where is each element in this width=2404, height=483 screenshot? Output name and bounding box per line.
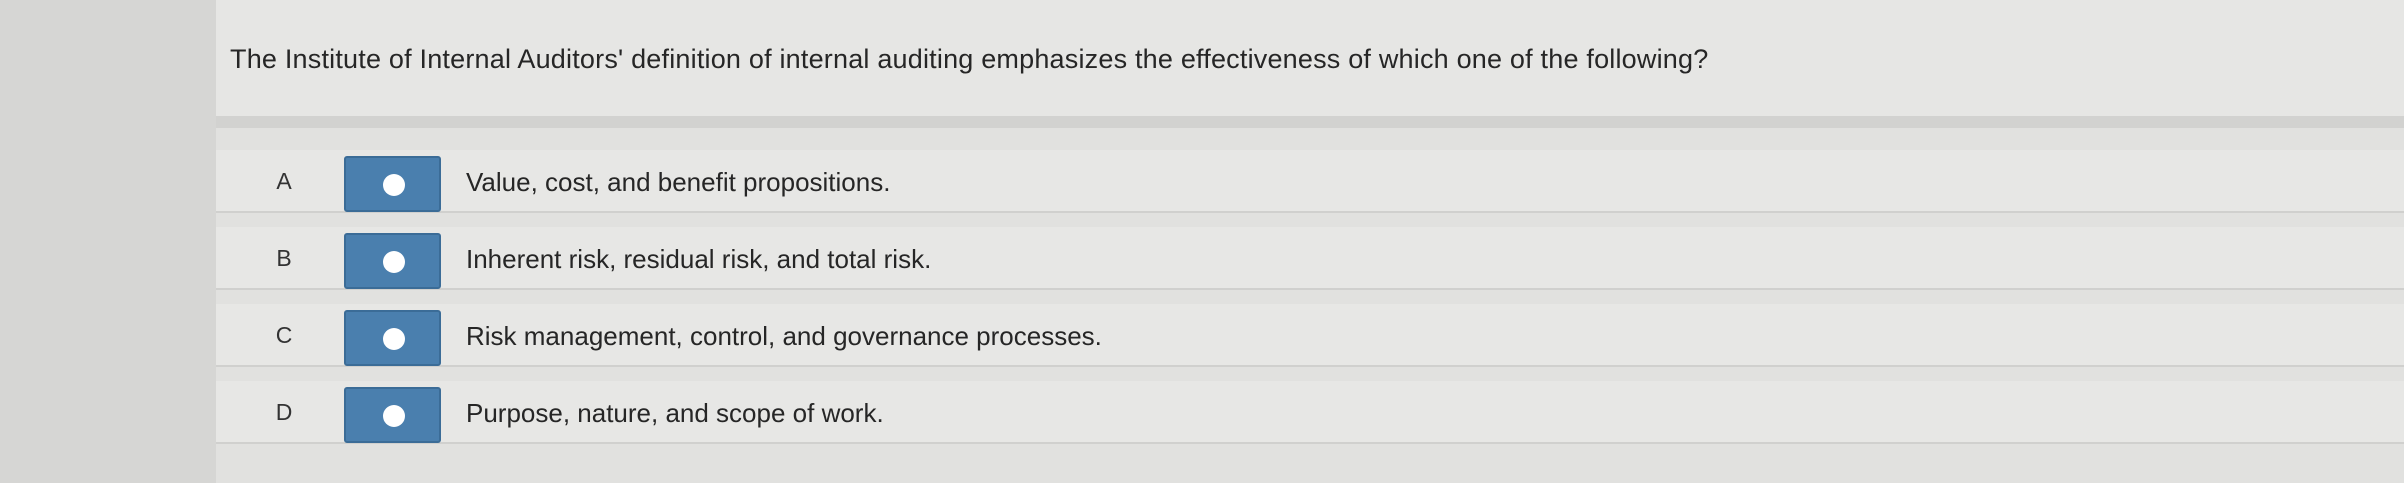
- option-letter: C: [275, 322, 293, 348]
- option-d-radio-button[interactable]: [344, 387, 441, 443]
- option-a-radio-button[interactable]: [344, 156, 441, 212]
- radio-circle-icon: [383, 174, 405, 196]
- option-letter: A: [276, 168, 292, 194]
- option-letter: B: [276, 245, 292, 271]
- answer-options: A Value, cost, and benefit propositions.…: [216, 150, 2404, 458]
- question-text: The Institute of Internal Auditors' defi…: [230, 44, 1709, 74]
- radio-circle-icon: [383, 328, 405, 350]
- option-text: Inherent risk, residual risk, and total …: [466, 244, 932, 274]
- option-text: Value, cost, and benefit propositions.: [466, 167, 891, 197]
- radio-circle-icon: [383, 251, 405, 273]
- option-d[interactable]: D Purpose, nature, and scope of work.: [216, 381, 2404, 444]
- option-b-radio-button[interactable]: [344, 233, 441, 289]
- radio-circle-icon: [383, 405, 405, 427]
- option-c[interactable]: C Risk management, control, and governan…: [216, 304, 2404, 367]
- option-text: Risk management, control, and governance…: [466, 321, 1102, 351]
- option-letter: D: [275, 399, 293, 425]
- option-a[interactable]: A Value, cost, and benefit propositions.: [216, 150, 2404, 213]
- option-text: Purpose, nature, and scope of work.: [466, 398, 884, 428]
- option-c-radio-button[interactable]: [344, 310, 441, 366]
- question-card: The Institute of Internal Auditors' defi…: [216, 0, 2404, 128]
- option-b[interactable]: B Inherent risk, residual risk, and tota…: [216, 227, 2404, 290]
